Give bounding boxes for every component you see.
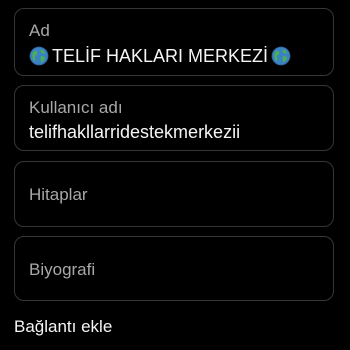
globe-icon bbox=[271, 46, 291, 66]
name-field-value: TELİF HAKLARI MERKEZİ bbox=[52, 46, 269, 66]
add-link-button[interactable]: Bağlantı ekle bbox=[14, 316, 112, 338]
pronouns-field[interactable]: Hitaplar bbox=[14, 161, 334, 227]
pronouns-field-label: Hitaplar bbox=[29, 185, 88, 204]
username-field-value-row: telifhakllarridestekmerkezii bbox=[29, 121, 240, 143]
bio-field-label: Biyografi bbox=[29, 260, 96, 279]
username-field[interactable]: Kullanıcı adı telifhakllarridestekmerkez… bbox=[14, 85, 334, 151]
name-field-label: Ad bbox=[29, 21, 50, 40]
bio-field[interactable]: Biyografi bbox=[14, 236, 334, 301]
globe-icon bbox=[29, 46, 49, 66]
username-field-value: telifhakllarridestekmerkezii bbox=[29, 122, 241, 142]
username-field-label: Kullanıcı adı bbox=[29, 98, 123, 117]
edit-profile-screen: Ad TELİF HAKLARI MERKEZİ Kullanıcı adı t… bbox=[0, 0, 350, 350]
name-field-value-row: TELİF HAKLARI MERKEZİ bbox=[29, 45, 291, 67]
name-field[interactable]: Ad TELİF HAKLARI MERKEZİ bbox=[14, 8, 334, 76]
